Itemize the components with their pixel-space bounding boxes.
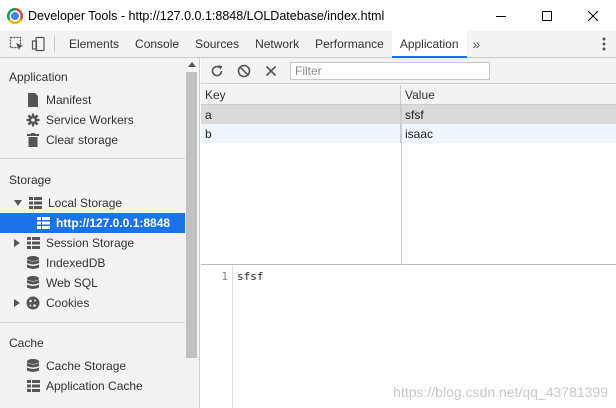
tab-application[interactable]: Application	[391, 31, 467, 58]
sidebar-item-label: http://127.0.0.1:8848	[56, 216, 171, 230]
sidebar-item-label: Cookies	[46, 296, 90, 310]
collapsed-triangle-icon[interactable]	[14, 299, 20, 307]
cell-key[interactable]: a	[201, 105, 401, 124]
tab-console[interactable]: Console	[127, 31, 187, 57]
delete-selected-button[interactable]	[260, 60, 282, 82]
value-preview-pane: 1 sfsf https://blog.csdn.net/qq_43781399	[201, 266, 616, 408]
watermark-text: https://blog.csdn.net/qq_43781399	[393, 384, 608, 400]
maximize-icon	[542, 10, 552, 21]
preview-text[interactable]: sfsf	[237, 270, 264, 283]
refresh-icon	[211, 64, 223, 76]
database-icon	[26, 256, 40, 270]
tab-elements[interactable]: Elements	[61, 31, 127, 57]
grid-header-row: Key Value	[201, 85, 616, 105]
collapsed-triangle-icon[interactable]	[14, 239, 20, 247]
minimize-button[interactable]	[478, 0, 524, 31]
sidebar-item-local-storage-origin[interactable]: http://127.0.0.1:8848	[0, 213, 186, 233]
section-title-storage: Storage	[9, 173, 52, 187]
grid-table-icon	[26, 236, 40, 250]
minimize-icon	[496, 15, 506, 17]
maximize-button[interactable]	[524, 0, 570, 31]
sidebar-item-cache-storage[interactable]: Cache Storage	[0, 356, 186, 376]
tab-performance[interactable]: Performance	[307, 31, 392, 57]
close-icon	[265, 65, 277, 76]
grid-table-icon	[26, 379, 40, 393]
toolbar-divider	[54, 36, 55, 52]
sidebar-item-label: Local Storage	[48, 196, 123, 210]
section-divider	[0, 158, 186, 159]
sidebar-item-label: Manifest	[46, 93, 92, 107]
scrollbar-thumb[interactable]	[186, 72, 197, 358]
column-header-key[interactable]: Key	[201, 85, 401, 105]
sidebar-item-websql[interactable]: Web SQL	[0, 273, 186, 293]
line-number-gutter: 1	[201, 266, 233, 408]
column-divider[interactable]	[401, 105, 402, 265]
refresh-button[interactable]	[206, 60, 228, 82]
block-icon	[237, 64, 251, 77]
sidebar-item-label: Web SQL	[46, 276, 98, 290]
sidebar-item-manifest[interactable]: Manifest	[0, 90, 186, 110]
inspect-icon	[9, 36, 23, 50]
document-icon	[26, 93, 40, 107]
section-title-cache: Cache	[9, 336, 44, 350]
section-divider	[0, 322, 186, 323]
sidebar-item-application-cache[interactable]: Application Cache	[0, 376, 186, 396]
customize-menu-button[interactable]	[602, 37, 606, 54]
sidebar-scrollbar[interactable]	[185, 58, 198, 408]
sidebar-item-service-workers[interactable]: Service Workers	[0, 110, 186, 130]
more-tabs-button[interactable]: »	[467, 31, 487, 57]
line-number: 1	[221, 270, 228, 283]
trash-icon	[26, 133, 40, 147]
column-header-value[interactable]: Value	[401, 85, 616, 105]
sidebar-item-clear-storage[interactable]: Clear storage	[0, 130, 186, 150]
table-row[interactable]: a sfsf	[201, 105, 616, 124]
grid-table-icon	[28, 196, 42, 210]
cookie-icon	[26, 296, 40, 310]
window-controls	[478, 0, 616, 31]
tab-network[interactable]: Network	[247, 31, 307, 57]
section-title-application: Application	[9, 70, 68, 84]
close-window-button[interactable]	[570, 0, 616, 31]
expanded-triangle-icon[interactable]	[14, 200, 22, 206]
storage-main-panel: Key Value a sfsf b isaac 1 sfsf https://…	[201, 58, 616, 408]
database-icon	[26, 276, 40, 290]
chrome-logo-icon	[7, 7, 23, 24]
sidebar-item-label: IndexedDB	[46, 256, 106, 270]
device-icon	[31, 36, 45, 52]
sidebar-item-local-storage[interactable]: Local Storage	[0, 193, 186, 213]
sidebar-item-label: Session Storage	[46, 236, 135, 250]
devtools-tab-bar: Elements Console Sources Network Perform…	[0, 31, 616, 58]
sidebar-item-cookies[interactable]: Cookies	[0, 293, 186, 313]
sidebar-item-label: Clear storage	[46, 133, 119, 147]
window-title: Developer Tools - http://127.0.0.1:8848/…	[28, 8, 385, 23]
sidebar-item-session-storage[interactable]: Session Storage	[0, 233, 186, 253]
storage-toolbar	[201, 58, 616, 84]
close-icon	[588, 10, 598, 21]
sidebar-item-label: Cache Storage	[46, 359, 127, 373]
title-bar: Developer Tools - http://127.0.0.1:8848/…	[0, 0, 616, 31]
cell-value[interactable]: sfsf	[401, 105, 616, 124]
tab-sources[interactable]: Sources	[187, 31, 247, 57]
cell-key[interactable]: b	[201, 124, 401, 143]
storage-data-grid: Key Value a sfsf b isaac	[201, 85, 616, 265]
device-toolbar-button[interactable]	[28, 31, 50, 57]
sidebar-item-indexeddb[interactable]: IndexedDB	[0, 253, 186, 273]
grid-table-icon	[36, 216, 50, 230]
sidebar-item-label: Application Cache	[46, 379, 143, 393]
kebab-menu-icon	[602, 37, 606, 51]
gear-icon	[26, 113, 40, 127]
application-sidebar: Application Manifest Service Workers Cle…	[0, 58, 200, 408]
filter-input[interactable]	[290, 61, 490, 80]
inspect-element-button[interactable]	[6, 31, 28, 57]
table-row[interactable]: b isaac	[201, 124, 616, 143]
sidebar-item-label: Service Workers	[46, 113, 134, 127]
scroll-up-arrow-icon[interactable]	[188, 62, 196, 67]
cell-value[interactable]: isaac	[401, 124, 616, 143]
clear-all-button[interactable]	[233, 60, 255, 82]
database-icon	[26, 359, 40, 373]
